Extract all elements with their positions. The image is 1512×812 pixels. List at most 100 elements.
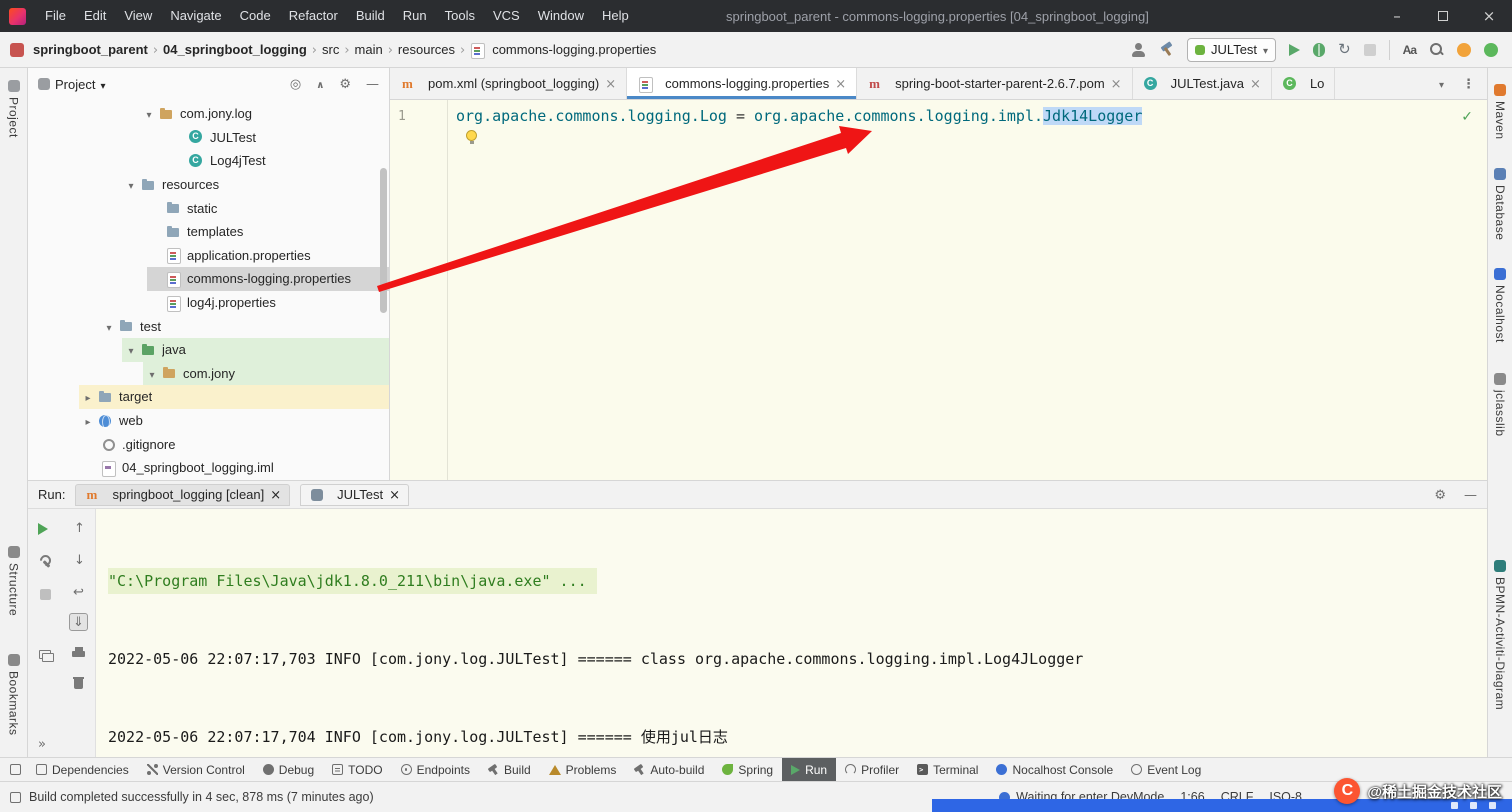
menu-window[interactable]: Window [529, 0, 593, 32]
intention-bulb-icon[interactable] [466, 130, 477, 144]
menu-edit[interactable]: Edit [75, 0, 115, 32]
project-tree-scrollbar[interactable] [380, 168, 387, 313]
debug-button[interactable] [1313, 42, 1326, 57]
menu-file[interactable]: File [36, 0, 75, 32]
toolbar-profiler[interactable]: Profiler [836, 758, 908, 781]
settings-gear-icon[interactable] [1434, 487, 1446, 503]
toolbar-dependencies[interactable]: Dependencies [27, 758, 138, 781]
toolbar-build[interactable]: Build [479, 758, 540, 781]
toolbar-version-control[interactable]: Version Control [138, 758, 254, 781]
project-panel-title[interactable]: Project [55, 77, 95, 92]
rerun-button[interactable] [38, 523, 48, 535]
scroll-down-icon[interactable] [74, 553, 85, 567]
scroll-up-icon[interactable] [74, 521, 85, 535]
collapse-all-icon[interactable] [316, 76, 324, 92]
tab-commons-logging-properties[interactable]: commons-logging.properties [627, 68, 858, 99]
toolbar-nocalhost-console[interactable]: Nocalhost Console [987, 758, 1122, 781]
tree-item-test[interactable]: test [28, 314, 389, 338]
editor-body[interactable]: 1 org.apache.commons.logging.Log = org.a… [390, 100, 1487, 480]
more-actions-icon[interactable] [38, 737, 46, 751]
chevron-expanded-icon[interactable] [122, 342, 140, 357]
close-tab-icon[interactable] [1250, 76, 1261, 92]
chevron-collapsed-icon[interactable] [79, 413, 97, 428]
run-tab-maven-clean[interactable]: springboot_logging [clean] [75, 483, 291, 506]
tree-item-target[interactable]: target [28, 385, 389, 409]
run-configuration-select[interactable]: JULTest [1187, 37, 1277, 62]
search-everywhere-icon[interactable] [1429, 42, 1444, 57]
chevron-expanded-icon[interactable] [122, 177, 140, 192]
run-button[interactable] [1289, 43, 1301, 56]
breadcrumb-main[interactable]: main [354, 42, 384, 57]
menu-run[interactable]: Run [394, 0, 436, 32]
profile-icon[interactable] [1131, 42, 1146, 57]
close-tab-icon[interactable] [270, 487, 281, 503]
chevron-expanded-icon[interactable] [143, 366, 161, 381]
minimize-panel-icon[interactable] [1464, 487, 1477, 503]
tree-item-templates[interactable]: templates [28, 220, 389, 244]
close-tab-icon[interactable] [605, 76, 616, 92]
tab-jultest-java[interactable]: JULTest.java [1133, 68, 1272, 99]
tree-item-gitignore[interactable]: .gitignore [28, 432, 389, 456]
menu-vcs[interactable]: VCS [484, 0, 529, 32]
menu-build[interactable]: Build [347, 0, 394, 32]
translate-icon[interactable]: Aa [1403, 43, 1417, 57]
chevron-expanded-icon[interactable] [100, 319, 118, 334]
breadcrumb-file[interactable]: commons-logging.properties [491, 42, 657, 57]
tool-button-project[interactable]: Project [0, 80, 27, 138]
chevron-down-icon[interactable] [100, 77, 105, 92]
tool-button-structure[interactable]: Structure [0, 546, 27, 616]
tool-button-database[interactable]: Database [1488, 168, 1512, 240]
close-button[interactable] [1466, 0, 1512, 32]
notification-green-icon[interactable] [1484, 42, 1498, 57]
chevron-collapsed-icon[interactable] [79, 389, 97, 404]
tree-item-web[interactable]: web [28, 409, 389, 433]
toolbar-run-active[interactable]: Run [782, 758, 837, 781]
tab-truncated[interactable]: Lo [1272, 68, 1336, 99]
tab-pom-xml[interactable]: pom.xml (springboot_logging) [390, 68, 628, 99]
tool-button-nocalhost[interactable]: Nocalhost [1488, 268, 1512, 343]
inspections-ok-icon[interactable] [1461, 108, 1473, 125]
menu-help[interactable]: Help [593, 0, 638, 32]
toolbar-problems[interactable]: Problems [540, 758, 626, 781]
tree-item-package-log[interactable]: com.jony.log [28, 102, 389, 126]
breadcrumb-module[interactable]: 04_springboot_logging [162, 42, 308, 57]
tool-button-bookmarks[interactable]: Bookmarks [0, 654, 27, 736]
soft-wrap-icon[interactable] [73, 585, 84, 599]
breadcrumb-resources[interactable]: resources [397, 42, 456, 57]
minimize-button[interactable] [1374, 0, 1420, 32]
tab-list-chevron-icon[interactable] [1439, 76, 1444, 91]
build-hammer-icon[interactable] [1159, 42, 1174, 57]
maximize-button[interactable] [1420, 0, 1466, 32]
tree-item-module-iml[interactable]: 04_springboot_logging.iml [28, 456, 389, 480]
tree-item-log4j-properties[interactable]: log4j.properties [28, 291, 389, 315]
tree-item-resources[interactable]: resources [28, 173, 389, 197]
menu-view[interactable]: View [115, 0, 161, 32]
toolbar-endpoints[interactable]: Endpoints [392, 758, 479, 781]
toolbar-auto-build[interactable]: Auto-build [625, 758, 713, 781]
locate-file-icon[interactable] [290, 76, 301, 92]
stop-button[interactable] [40, 589, 51, 600]
scroll-to-end-icon[interactable] [69, 613, 88, 631]
run-tab-jultest[interactable]: JULTest [300, 483, 410, 506]
run-console[interactable]: "C:\Program Files\Java\jdk1.8.0_211\bin\… [96, 509, 1487, 757]
hide-panel-icon[interactable] [366, 76, 379, 92]
tree-item-test-package[interactable]: com.jony [28, 361, 389, 386]
rerun-icon[interactable] [1338, 42, 1351, 57]
close-tab-icon[interactable] [1111, 76, 1122, 92]
menu-refactor[interactable]: Refactor [280, 0, 347, 32]
close-tab-icon[interactable] [389, 487, 400, 503]
toolbar-event-log[interactable]: Event Log [1122, 758, 1210, 781]
breadcrumb-src[interactable]: src [321, 42, 340, 57]
tree-item-test-java[interactable]: java [28, 337, 389, 362]
tool-button-bpmn[interactable]: BPMN-Activiti-Diagram [1488, 560, 1512, 710]
notification-orange-icon[interactable] [1457, 42, 1471, 57]
menu-code[interactable]: Code [231, 0, 280, 32]
toolbar-todo[interactable]: TODO [323, 758, 391, 781]
tree-item-commons-logging-properties-selected[interactable]: commons-logging.properties [28, 267, 389, 291]
stop-button[interactable] [1363, 43, 1376, 56]
tree-item-application-properties[interactable]: application.properties [28, 244, 389, 268]
breadcrumb-project[interactable]: springboot_parent [32, 42, 149, 57]
chevron-expanded-icon[interactable] [140, 106, 158, 121]
close-tab-icon[interactable] [835, 76, 846, 92]
toolbar-spring[interactable]: Spring [713, 758, 782, 781]
